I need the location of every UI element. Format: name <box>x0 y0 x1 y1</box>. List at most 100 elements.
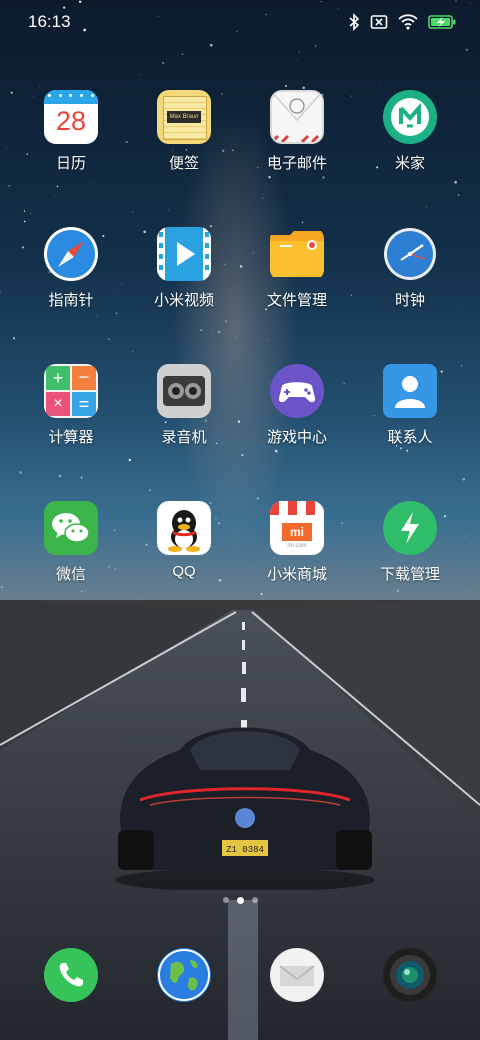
mijia-icon <box>383 90 437 144</box>
app-clock[interactable]: 时钟 <box>354 227 466 310</box>
phone-icon <box>44 948 98 1002</box>
star <box>399 447 402 450</box>
dock-messaging[interactable] <box>241 948 353 1002</box>
contacts-icon <box>383 364 437 418</box>
star <box>462 477 466 481</box>
calendar-day: 28 <box>55 106 87 136</box>
star <box>468 589 470 591</box>
star <box>268 176 271 179</box>
app-video[interactable]: 小米视频 <box>128 227 240 310</box>
dock-browser[interactable] <box>128 948 240 1002</box>
star <box>131 210 134 213</box>
app-label: 时钟 <box>394 292 425 309</box>
star <box>132 350 134 352</box>
video-icon <box>157 227 211 281</box>
star <box>241 454 244 457</box>
star <box>406 449 409 452</box>
status-bar: 16:13 <box>0 0 480 44</box>
app-contacts[interactable]: 联系人 <box>354 364 466 447</box>
star <box>379 81 380 83</box>
app-label: 联系人 <box>387 429 433 446</box>
star <box>297 59 298 61</box>
app-label: 游戏中心 <box>266 429 327 446</box>
app-notes[interactable]: Max Braun 便签 <box>128 90 240 173</box>
license-plate: Z1 0384 <box>226 845 264 855</box>
star <box>225 320 228 323</box>
messaging-icon <box>270 948 324 1002</box>
star <box>322 176 325 179</box>
app-calculator[interactable]: + − × = 计算器 <box>15 364 127 447</box>
star <box>10 91 13 94</box>
star <box>425 206 427 208</box>
browser-icon <box>157 948 211 1002</box>
page-dot[interactable] <box>251 897 258 903</box>
mi-logo: mi <box>282 523 312 541</box>
app-wechat[interactable]: 微信 <box>15 501 127 584</box>
recorder-icon <box>157 364 211 418</box>
star <box>298 51 301 53</box>
page-dot-active[interactable] <box>236 897 244 904</box>
notes-text: Max Braun <box>167 111 201 123</box>
app-label: 下载管理 <box>379 566 440 583</box>
app-download-manager[interactable]: 下载管理 <box>354 501 466 584</box>
star <box>30 212 32 214</box>
star <box>8 184 11 187</box>
star <box>396 589 399 592</box>
star <box>454 180 457 184</box>
star <box>457 194 460 196</box>
star <box>262 197 264 199</box>
calendar-icon: 28 <box>44 90 98 144</box>
star <box>53 196 55 198</box>
app-game-center[interactable]: 游戏中心 <box>241 364 353 447</box>
app-calendar[interactable]: 28 日历 <box>15 90 127 173</box>
app-label: 小米视频 <box>153 292 214 309</box>
app-label: 文件管理 <box>266 292 327 309</box>
star <box>301 221 304 224</box>
star <box>23 220 26 223</box>
star <box>347 191 349 193</box>
compass-icon <box>44 227 98 281</box>
star <box>274 449 278 453</box>
star <box>256 497 260 500</box>
star <box>217 330 221 334</box>
app-mi-store[interactable]: mi mi.com 小米商城 <box>241 501 353 584</box>
mi-url: mi.com <box>287 543 307 549</box>
app-label: 指南针 <box>48 292 94 309</box>
star <box>58 474 62 478</box>
battery-charging-icon <box>428 15 456 29</box>
star <box>428 340 430 342</box>
sports-car: Z1 0384 <box>115 727 375 890</box>
star <box>81 590 83 593</box>
star <box>95 315 97 318</box>
calculator-icon: + − × = <box>44 364 98 418</box>
star <box>0 291 1 294</box>
wechat-icon <box>44 501 98 555</box>
camera-icon <box>383 948 437 1002</box>
download-manager-icon <box>383 501 437 555</box>
app-mijia[interactable]: 米家 <box>354 90 466 173</box>
star <box>181 53 184 56</box>
notes-icon: Max Braun <box>157 90 211 144</box>
app-recorder[interactable]: 录音机 <box>128 364 240 447</box>
app-label: 录音机 <box>161 429 207 446</box>
dock-camera[interactable] <box>354 948 466 1002</box>
app-file-manager[interactable]: 文件管理 <box>241 227 353 310</box>
app-email[interactable]: 电子邮件 <box>241 90 353 173</box>
game-center-icon <box>270 364 324 418</box>
star <box>284 84 287 88</box>
star <box>260 593 263 595</box>
page-dot[interactable] <box>222 897 229 903</box>
app-qq[interactable]: QQ <box>128 501 240 580</box>
bluetooth-icon <box>349 13 360 31</box>
star <box>107 338 110 341</box>
star <box>89 182 90 183</box>
qq-icon <box>157 501 211 555</box>
dock-phone[interactable] <box>15 948 127 1002</box>
page-indicator[interactable] <box>0 897 480 904</box>
star <box>465 48 469 52</box>
app-label: QQ <box>172 563 196 580</box>
app-compass[interactable]: 指南针 <box>15 227 127 310</box>
star <box>200 329 203 332</box>
star <box>38 85 40 87</box>
star <box>80 476 83 479</box>
